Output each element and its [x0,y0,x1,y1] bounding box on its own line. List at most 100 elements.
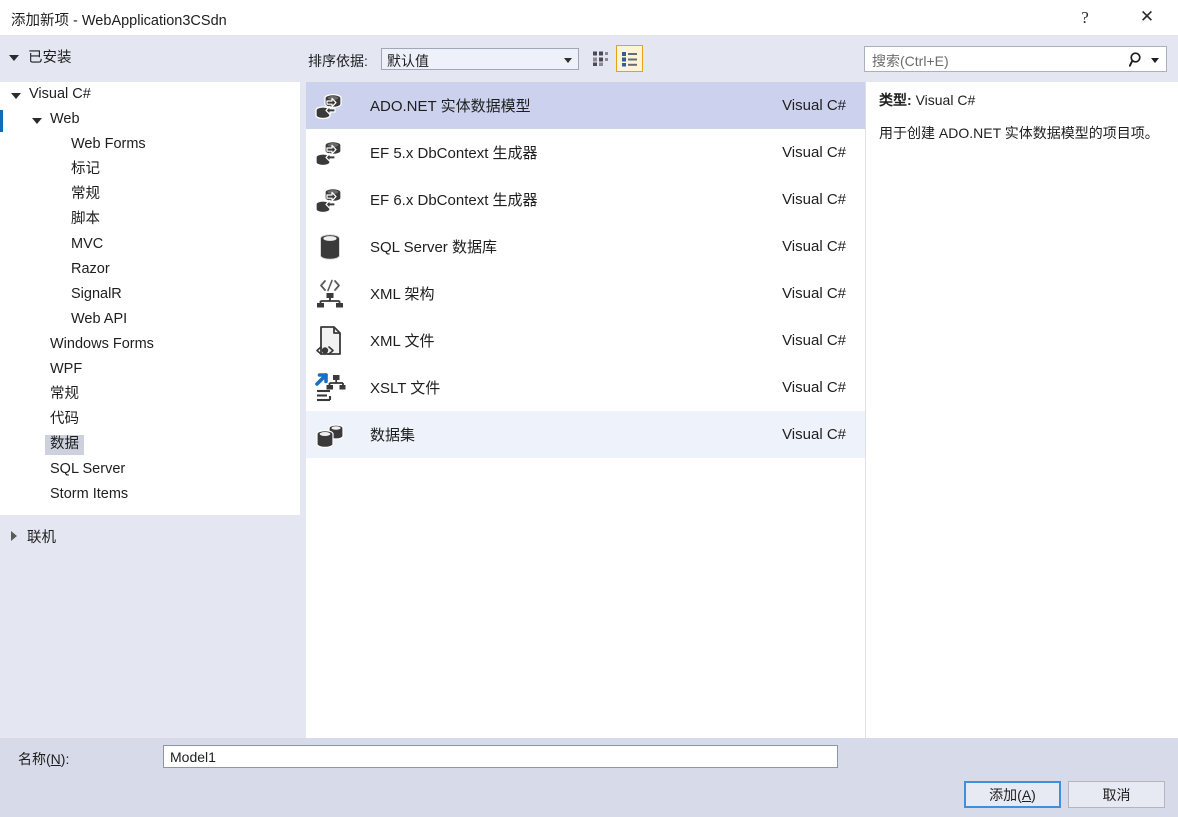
chevron-down-icon[interactable] [8,91,24,99]
tree-item-[interactable]: 常规 [0,382,300,407]
search-input[interactable]: 搜索(Ctrl+E) [864,46,1167,72]
tree-item-label: SQL Server [50,460,126,477]
online-section-header[interactable]: 联机 [0,515,300,557]
list-item-title: EF 6.x DbContext 生成器 [370,192,538,209]
online-label: 联机 [27,529,56,546]
add-button-prefix: 添加( [989,786,1022,803]
tree-item-web[interactable]: Web [0,107,300,132]
help-button[interactable]: ? [1062,0,1108,35]
tree-item-wpf[interactable]: WPF [0,357,300,382]
installed-label: 已安装 [28,50,72,66]
grid-view-icon [593,51,608,66]
sort-by-label: 排序依据: [308,53,368,69]
tree-item-[interactable]: 常规 [0,182,300,207]
sort-by-value: 默认值 [387,53,429,69]
detail-description: 用于创建 ADO.NET 实体数据模型的项目项。 [879,125,1159,141]
tree-item-label: 脚本 [71,210,100,227]
list-item-title: SQL Server 数据库 [370,239,497,256]
list-item[interactable]: XML 文件 Visual C# [306,317,865,364]
xslt-file-icon [306,372,354,404]
tree-item-[interactable]: 代码 [0,407,300,432]
tree-item-label: Razor [71,260,110,277]
tree-item-windows-forms[interactable]: Windows Forms [0,332,300,357]
tree-item-label: Windows Forms [50,335,154,352]
search-icon[interactable] [1128,51,1145,71]
tree-item-razor[interactable]: Razor [0,257,300,282]
entity-model-icon [306,137,354,169]
xml-file-icon [316,325,341,355]
list-item[interactable]: XSLT 文件 Visual C# [306,364,865,411]
installed-section-header[interactable]: 已安装 [9,46,72,67]
list-item-language: Visual C# [782,426,846,443]
list-item[interactable]: SQL Server 数据库 Visual C# [306,223,865,270]
tree-item-label: 标记 [71,160,100,177]
dialog-title-bar: 添加新项 - WebApplication3CSdn ? ✕ [0,0,1178,36]
chevron-down-icon [9,54,19,61]
list-item[interactable]: 数据集 Visual C# [306,411,865,458]
chevron-down-icon[interactable] [1151,58,1159,63]
list-item[interactable]: EF 6.x DbContext 生成器 Visual C# [306,176,865,223]
detail-type-value: Visual C# [915,92,976,108]
tree-item-[interactable]: 数据 [0,432,300,457]
name-input-value: Model1 [170,749,216,765]
chevron-down-icon [11,92,21,99]
tree-item-label: 代码 [50,410,79,427]
tree-item-mvc[interactable]: MVC [0,232,300,257]
list-item[interactable]: EF 5.x DbContext 生成器 Visual C# [306,129,865,176]
list-item-title: XML 架构 [370,286,435,303]
tree-item-visual-c[interactable]: Visual C# [0,82,300,107]
detail-panel: 类型: Visual C# 用于创建 ADO.NET 实体数据模型的项目项。 [866,82,1178,738]
tree-item-[interactable]: 标记 [0,157,300,182]
close-icon: ✕ [1139,7,1155,27]
add-button-accesskey: A [1021,786,1032,803]
medium-icons-view-button[interactable] [587,45,614,72]
tree-item-web-forms[interactable]: Web Forms [0,132,300,157]
sort-by-dropdown[interactable]: 默认值 [381,48,579,70]
search-placeholder: 搜索(Ctrl+E) [872,53,949,69]
question-mark-icon: ? [1081,8,1089,27]
list-item-language: Visual C# [782,379,846,396]
tree-item-label: MVC [71,235,104,252]
focus-accent-bar [0,110,3,132]
xml-schema-icon [306,278,354,310]
tree-item-[interactable]: 脚本 [0,207,300,232]
name-label-suffix: ): [60,751,70,767]
list-view-button[interactable] [616,45,643,72]
dataset-icon [306,419,354,451]
tree-item-label: Web API [71,310,128,327]
dataset-icon [316,423,344,448]
list-item-title: XSLT 文件 [370,380,441,397]
add-button[interactable]: 添加(A) [964,781,1061,808]
entity-model-icon [315,93,342,119]
tree-item-signalr[interactable]: SignalR [0,282,300,307]
cancel-button[interactable]: 取消 [1068,781,1165,808]
entity-model-icon [315,187,342,213]
page-title: 添加新项 - WebApplication3CSdn [11,13,227,29]
tree-pane-filler [0,557,300,738]
tree-item-label: 常规 [71,185,100,202]
list-view-icon [622,52,637,67]
tree-item-label: Storm Items [50,485,129,502]
entity-model-icon [306,184,354,216]
close-button[interactable]: ✕ [1124,0,1170,35]
tree-item-label: Web [50,110,80,127]
tree-item-web-api[interactable]: Web API [0,307,300,332]
database-icon [306,231,354,263]
entity-model-icon [315,140,342,166]
list-item[interactable]: ADO.NET 实体数据模型 Visual C# [306,82,865,129]
xslt-file-icon [315,372,346,401]
name-label-prefix: 名称( [18,751,51,767]
chevron-down-icon[interactable] [29,116,45,124]
tree-item-label: WPF [50,360,83,377]
template-list[interactable]: ADO.NET 实体数据模型 Visual C# EF 5.x DbContext… [306,82,865,738]
tree-item-label: Visual C# [29,85,91,102]
tree-item-label: Web Forms [71,135,146,152]
list-item-title: EF 5.x DbContext 生成器 [370,145,538,162]
tree-item-sql-server[interactable]: SQL Server [0,457,300,482]
category-tree[interactable]: Visual C# Web Web Forms 标记 常规 脚本 MVC Razor Signa… [0,82,300,515]
tree-item-label: 常规 [50,385,79,402]
list-item[interactable]: XML 架构 Visual C# [306,270,865,317]
list-item-language: Visual C# [782,285,846,302]
name-input[interactable]: Model1 [163,745,838,768]
tree-item-storm-items[interactable]: Storm Items [0,482,300,507]
